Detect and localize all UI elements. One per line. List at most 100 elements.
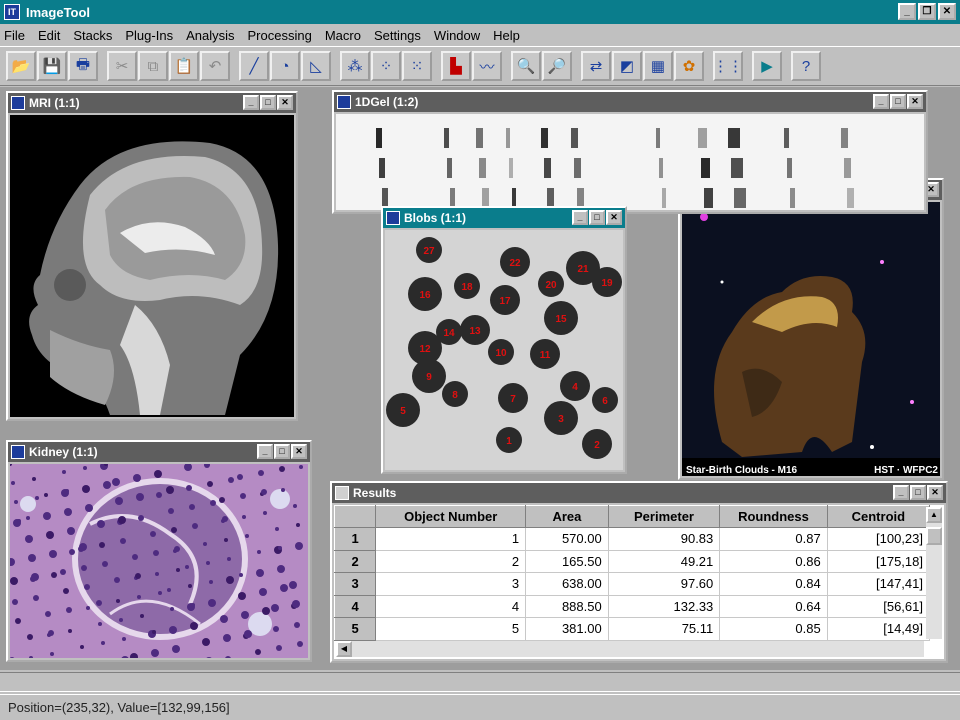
- table-row[interactable]: 5 5 381.00 75.11 0.85 [14,49]: [334, 617, 931, 641]
- points-tool-icon[interactable]: ⁘: [371, 51, 401, 81]
- blobs-window[interactable]: Blobs (1:1) _ □ ✕ 27 22 21 20 19 16 18 17 15 14 13…: [381, 206, 627, 474]
- minimize-icon[interactable]: _: [898, 3, 916, 20]
- vertical-scrollbar[interactable]: ▲: [926, 507, 942, 639]
- color-icon[interactable]: ✿: [674, 51, 704, 81]
- cell-perimeter[interactable]: 75.11: [608, 617, 721, 641]
- cell-roundness[interactable]: 0.85: [719, 617, 828, 641]
- cell-roundness[interactable]: 0.87: [719, 527, 828, 551]
- col-roundness[interactable]: Roundness: [719, 505, 828, 528]
- play-macro-icon[interactable]: ▶: [752, 51, 782, 81]
- object-tool-icon[interactable]: ⁂: [340, 51, 370, 81]
- cell-area[interactable]: 570.00: [525, 527, 609, 551]
- maximize-icon[interactable]: □: [260, 95, 276, 110]
- blobs-titlebar[interactable]: Blobs (1:1) _ □ ✕: [383, 208, 625, 228]
- menu-settings[interactable]: Settings: [374, 28, 421, 43]
- horizontal-scrollbar[interactable]: ◀: [336, 641, 924, 657]
- paste-icon[interactable]: 📋: [169, 51, 199, 81]
- kidney-titlebar[interactable]: Kidney (1:1) _ □ ✕: [8, 442, 310, 462]
- cell-perimeter[interactable]: 132.33: [608, 595, 721, 618]
- maximize-icon[interactable]: □: [910, 485, 926, 500]
- scroll-up-icon[interactable]: ▲: [926, 507, 942, 523]
- line-tool-icon[interactable]: ╱: [239, 51, 269, 81]
- angle-tool-icon[interactable]: ◺: [301, 51, 331, 81]
- cell-object-number[interactable]: 2: [375, 550, 527, 573]
- cell-perimeter[interactable]: 97.60: [608, 572, 721, 596]
- col-perimeter[interactable]: Perimeter: [607, 505, 721, 528]
- cell-centroid[interactable]: [14,49]: [827, 617, 931, 641]
- cell-object-number[interactable]: 5: [375, 617, 527, 641]
- row-header[interactable]: 1: [334, 527, 377, 551]
- freehand-tool-icon[interactable]: ◔: [270, 51, 300, 81]
- col-object-number[interactable]: Object Number: [375, 505, 527, 528]
- col-area[interactable]: Area: [525, 505, 609, 528]
- cell-area[interactable]: 381.00: [525, 617, 609, 641]
- menu-plugins[interactable]: Plug-Ins: [125, 28, 173, 43]
- table-row[interactable]: 2 2 165.50 49.21 0.86 [175,18]: [334, 549, 931, 573]
- profile-icon[interactable]: 〰: [472, 51, 502, 81]
- menu-macro[interactable]: Macro: [325, 28, 361, 43]
- row-header[interactable]: 5: [334, 617, 377, 641]
- close-icon[interactable]: ✕: [291, 444, 307, 459]
- gel-window[interactable]: 1DGel (1:2) _ □ ✕: [332, 90, 928, 214]
- mri-window[interactable]: MRI (1:1) _ □ ✕: [6, 91, 298, 421]
- results-titlebar[interactable]: Results _ □ ✕: [332, 483, 946, 503]
- print-icon[interactable]: 🖶: [68, 51, 98, 81]
- col-centroid[interactable]: Centroid: [826, 505, 931, 528]
- menu-analysis[interactable]: Analysis: [186, 28, 234, 43]
- cell-area[interactable]: 888.50: [525, 595, 609, 618]
- table-row[interactable]: 3 3 638.00 97.60 0.84 [147,41]: [334, 572, 931, 596]
- cell-centroid[interactable]: [100,23]: [827, 527, 931, 551]
- minimize-icon[interactable]: _: [572, 210, 588, 225]
- menu-help[interactable]: Help: [493, 28, 520, 43]
- menu-window[interactable]: Window: [434, 28, 480, 43]
- cell-roundness[interactable]: 0.64: [719, 595, 828, 618]
- cell-area[interactable]: 638.00: [525, 572, 609, 596]
- cut-icon[interactable]: ✂: [107, 51, 137, 81]
- cell-centroid[interactable]: [56,61]: [827, 595, 931, 618]
- mri-image[interactable]: [10, 115, 294, 417]
- blobs-image[interactable]: 27 22 21 20 19 16 18 17 15 14 13 12 10 11 9 8 7 5 6 4 3 1 2: [385, 230, 623, 470]
- close-icon[interactable]: ✕: [927, 485, 943, 500]
- close-icon[interactable]: ✕: [938, 3, 956, 20]
- kidney-window[interactable]: Kidney (1:1) _ □ ✕: [6, 440, 312, 662]
- cell-roundness[interactable]: 0.86: [719, 550, 828, 573]
- zoom-in-icon[interactable]: 🔍: [511, 51, 541, 81]
- row-header[interactable]: 3: [334, 572, 377, 596]
- threshold-icon[interactable]: ◩: [612, 51, 642, 81]
- grid-icon[interactable]: ⋮⋮: [713, 51, 743, 81]
- menu-processing[interactable]: Processing: [248, 28, 312, 43]
- cell-centroid[interactable]: [147,41]: [827, 572, 931, 596]
- menu-file[interactable]: File: [4, 28, 25, 43]
- scroll-thumb[interactable]: [926, 527, 942, 545]
- cell-centroid[interactable]: [175,18]: [827, 550, 931, 573]
- calculator-icon[interactable]: ▦: [643, 51, 673, 81]
- undo-icon[interactable]: ↶: [200, 51, 230, 81]
- cell-object-number[interactable]: 4: [375, 595, 527, 618]
- cell-roundness[interactable]: 0.84: [719, 572, 828, 596]
- row-header[interactable]: 4: [334, 594, 377, 618]
- copy-icon[interactable]: ⧉: [138, 51, 168, 81]
- cell-perimeter[interactable]: 90.83: [608, 527, 721, 551]
- cell-perimeter[interactable]: 49.21: [608, 550, 721, 573]
- table-row[interactable]: 1 1 570.00 90.83 0.87 [100,23]: [334, 527, 931, 551]
- gel-image[interactable]: [336, 114, 924, 210]
- mri-titlebar[interactable]: MRI (1:1) _ □ ✕: [8, 93, 296, 113]
- maximize-icon[interactable]: □: [589, 210, 605, 225]
- table-row[interactable]: 4 4 888.50 132.33 0.64 [56,61]: [334, 594, 931, 618]
- stars-window[interactable]: ✕ Star-Birth Clouds - M16 HST · WFPC2: [678, 178, 944, 480]
- minimize-icon[interactable]: _: [893, 485, 909, 500]
- histogram-icon[interactable]: ▙: [441, 51, 471, 81]
- stars-image[interactable]: Star-Birth Clouds - M16 HST · WFPC2: [682, 202, 940, 476]
- scroll-left-icon[interactable]: ◀: [336, 641, 352, 657]
- app-icon[interactable]: IT: [4, 4, 20, 20]
- results-window[interactable]: Results _ □ ✕ Object Number Area Perimet…: [330, 481, 948, 663]
- cell-object-number[interactable]: 3: [375, 572, 527, 596]
- help-icon[interactable]: ?: [791, 51, 821, 81]
- restore-icon[interactable]: ❐: [918, 3, 936, 20]
- minimize-icon[interactable]: _: [257, 444, 273, 459]
- close-icon[interactable]: ✕: [277, 95, 293, 110]
- maximize-icon[interactable]: □: [274, 444, 290, 459]
- minimize-icon[interactable]: _: [873, 94, 889, 109]
- row-header[interactable]: 2: [334, 549, 377, 573]
- maximize-icon[interactable]: □: [890, 94, 906, 109]
